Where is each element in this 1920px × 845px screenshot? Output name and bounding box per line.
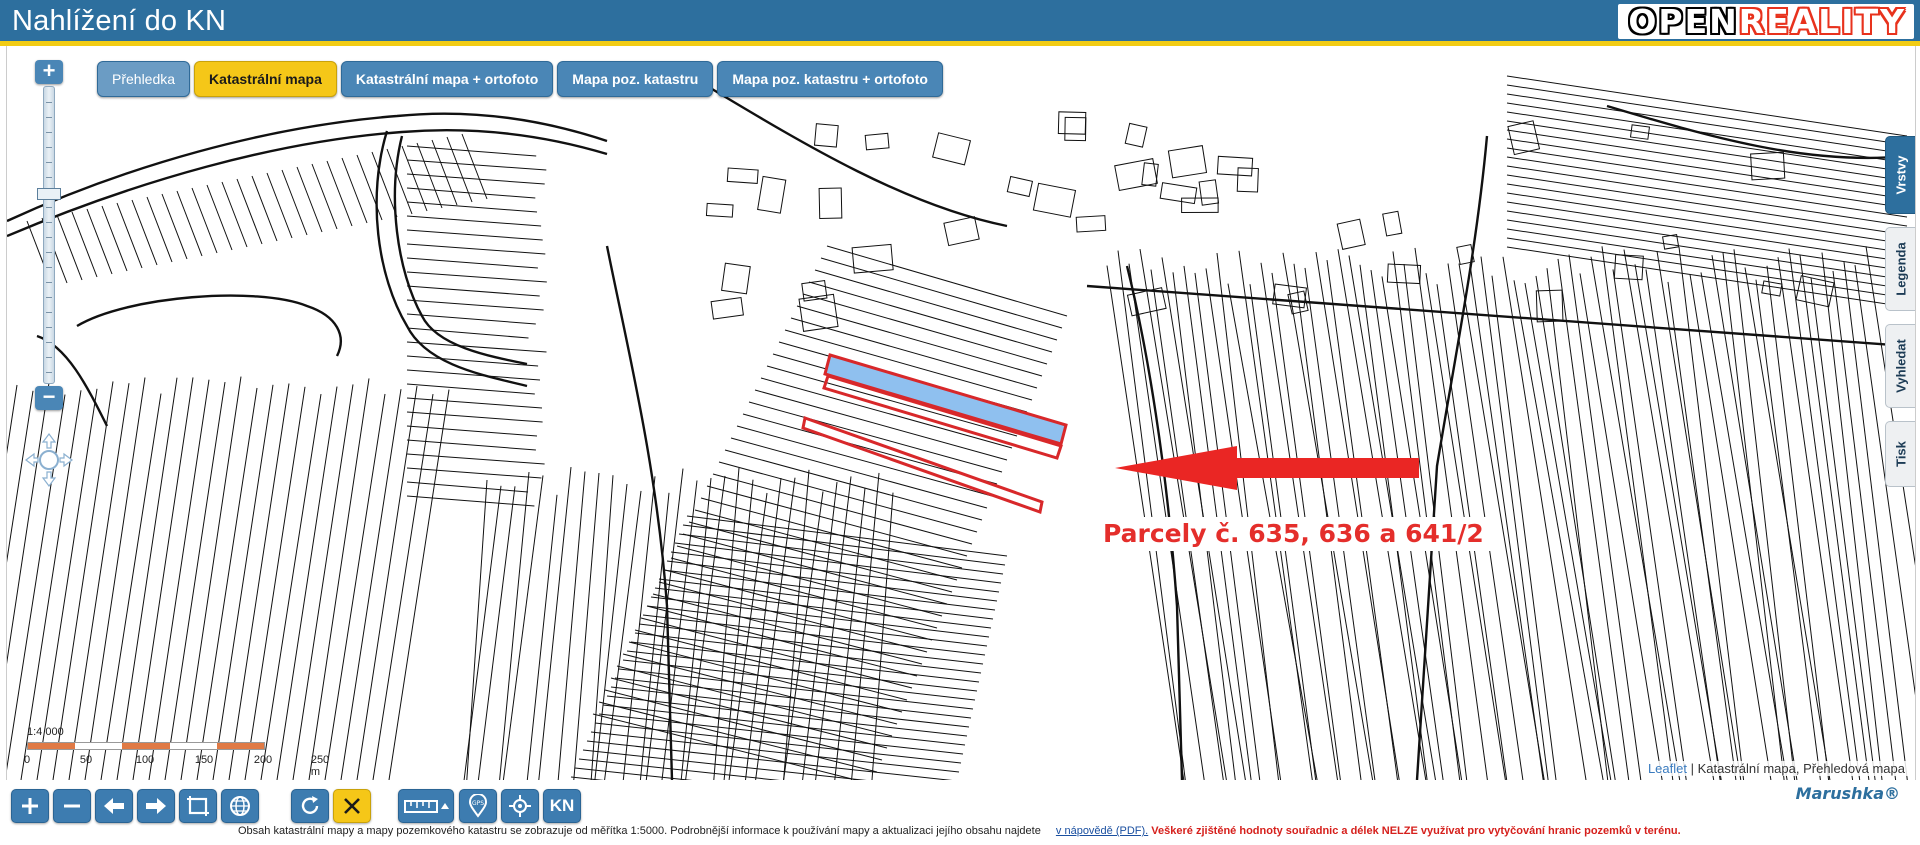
logo-reality-text: REALITY	[1738, 2, 1906, 41]
zoom-out-button[interactable]	[53, 789, 91, 823]
openreality-logo[interactable]: OPEN REALITY	[1618, 2, 1914, 41]
locate-button[interactable]	[501, 789, 539, 823]
zoom-slider-tick	[46, 282, 52, 283]
crosshair-icon	[509, 795, 531, 817]
tab-mapa-poz-katastru[interactable]: Mapa poz. katastru	[557, 61, 714, 97]
side-tab-legenda-label: Legenda	[1893, 242, 1908, 296]
refresh-button[interactable]	[291, 789, 329, 823]
attribution-text: Katastrální mapa, Přehledová mapa	[1697, 761, 1905, 776]
parcel-lines	[7, 75, 1915, 780]
map-notice: Obsah katastrální mapy a mapy pozemkovéh…	[238, 825, 1681, 837]
gps-pin-icon: GPS	[468, 794, 488, 818]
side-tab-vrstvy-label: Vrstvy	[1893, 155, 1908, 195]
clear-button[interactable]	[333, 789, 371, 823]
arrow-left-icon	[104, 798, 124, 814]
zoom-slider-tick	[46, 357, 52, 358]
tab-mapa-poz-katastru-ortofoto[interactable]: Mapa poz. katastru + ortofoto	[717, 61, 943, 97]
pan-control-icon[interactable]	[25, 432, 73, 488]
notice-warning: Veškeré zjištěné hodnoty souřadnic a dél…	[1151, 825, 1681, 837]
zoom-slider-tick	[46, 312, 52, 313]
zoom-slider-tick	[46, 147, 52, 148]
attribution-separator: |	[1686, 761, 1698, 776]
cadastral-map[interactable]: Přehledka Katastrální mapa Katastrální m…	[6, 46, 1916, 780]
zoom-slider-tick	[46, 237, 52, 238]
side-tab-legenda[interactable]: Legenda	[1885, 227, 1915, 311]
zoom-out-control[interactable]: −	[35, 386, 63, 410]
side-tab-vyhledat-label: Vyhledat	[1893, 339, 1908, 393]
side-tab-tisk-label: Tisk	[1893, 441, 1908, 467]
zoom-slider-tick	[46, 162, 52, 163]
parcel-annotation-label: Parcely č. 635, 636 a 641/2	[1093, 517, 1494, 551]
scale-label-200: 200	[253, 754, 273, 766]
zoom-slider-tick	[46, 177, 52, 178]
tab-prehledka[interactable]: Přehledka	[97, 61, 191, 97]
app-header: Nahlížení do KN OPEN REALITY	[0, 0, 1920, 46]
app-title: Nahlížení do KN	[12, 5, 227, 37]
zoom-slider-tick	[46, 342, 52, 343]
zoom-extent-button[interactable]	[179, 789, 217, 823]
refresh-icon	[301, 796, 319, 814]
gps-button[interactable]: GPS	[459, 789, 497, 823]
svg-text:GPS: GPS	[472, 800, 484, 807]
notice-text: Obsah katastrální mapy a mapy pozemkovéh…	[238, 825, 1041, 837]
scale-bar: 1:4 000 0 50 100 150 200 250 m	[15, 726, 329, 778]
leaflet-link[interactable]: Leaflet	[1648, 761, 1687, 776]
forward-button[interactable]	[137, 789, 175, 823]
close-icon	[344, 798, 360, 814]
scale-label-0: 0	[23, 754, 31, 766]
bottom-toolbar: GPS KN Marushka® Obsah katastrální mapy …	[0, 780, 1920, 845]
scale-bar-segments	[27, 742, 265, 750]
side-tab-vrstvy[interactable]: Vrstvy	[1885, 136, 1915, 214]
plus-icon	[22, 798, 38, 814]
scale-label-100: 100	[135, 754, 155, 766]
zoom-in-button[interactable]	[11, 789, 49, 823]
zoom-slider-tick	[46, 252, 52, 253]
measure-button[interactable]	[398, 789, 454, 823]
zoom-slider-tick	[46, 267, 52, 268]
help-pdf-link[interactable]: v nápovědě (PDF).	[1056, 825, 1148, 837]
scale-label-50: 50	[79, 754, 93, 766]
back-button[interactable]	[95, 789, 133, 823]
zoom-slider-tick	[46, 102, 52, 103]
tab-katastralni-mapa-ortofoto[interactable]: Katastrální mapa + ortofoto	[340, 61, 554, 97]
overview-button[interactable]	[221, 789, 259, 823]
zoom-in-control[interactable]: +	[35, 60, 63, 84]
zoom-slider-tick	[46, 327, 52, 328]
extent-icon	[187, 796, 209, 816]
kn-button[interactable]: KN	[543, 789, 581, 823]
zoom-slider-track[interactable]	[43, 86, 55, 384]
map-tabs: Přehledka Katastrální mapa Katastrální m…	[97, 61, 943, 97]
highlighted-parcels	[801, 353, 1068, 514]
globe-icon	[230, 796, 250, 816]
ruler-icon	[404, 800, 449, 813]
scale-label-250: 250 m	[310, 754, 330, 778]
zoom-slider-tick	[46, 297, 52, 298]
tab-katastralni-mapa[interactable]: Katastrální mapa	[194, 61, 337, 97]
zoom-slider-tick	[46, 207, 52, 208]
zoom-slider-tick	[46, 132, 52, 133]
map-attribution: Leaflet | Katastrální mapa, Přehledová m…	[1643, 761, 1909, 776]
arrow-right-icon	[146, 798, 166, 814]
zoom-slider-tick	[46, 117, 52, 118]
side-tab-vyhledat[interactable]: Vyhledat	[1885, 324, 1915, 408]
scale-label-150: 150	[194, 754, 214, 766]
kn-icon: KN	[549, 796, 575, 815]
minus-icon	[64, 804, 80, 808]
scale-ratio: 1:4 000	[27, 726, 64, 738]
zoom-slider-handle[interactable]	[37, 188, 61, 200]
zoom-slider-tick	[46, 222, 52, 223]
marushka-logo: Marushka®	[1795, 784, 1900, 803]
zoom-slider-tick	[46, 372, 52, 373]
side-tab-tisk[interactable]: Tisk	[1885, 421, 1915, 487]
logo-open-text: OPEN	[1628, 2, 1739, 41]
